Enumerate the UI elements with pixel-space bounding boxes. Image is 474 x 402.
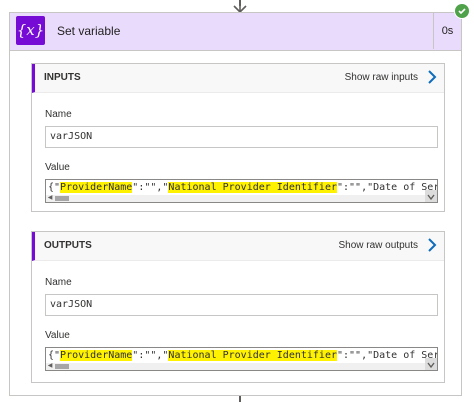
name-label: Name	[45, 277, 72, 288]
success-check-icon	[454, 3, 470, 19]
value-field[interactable]: {"ProviderName":"","National Provider Id…	[45, 347, 438, 371]
name-field[interactable]: varJSON	[45, 126, 438, 148]
variable-icon: {x}	[16, 16, 45, 45]
value-label: Value	[45, 162, 70, 173]
show-raw-inputs-link[interactable]: Show raw inputs	[345, 72, 418, 83]
chevron-right-icon[interactable]	[426, 237, 438, 253]
horizontal-scrollbar[interactable]: ◀	[46, 363, 425, 370]
chevron-right-icon[interactable]	[426, 69, 438, 85]
inputs-header: INPUTS Show raw inputs	[32, 64, 444, 93]
outputs-header: OUTPUTS Show raw outputs	[32, 232, 444, 261]
card-header[interactable]: {x} Set variable 0s	[10, 13, 461, 51]
value-label: Value	[45, 330, 70, 341]
horizontal-scrollbar[interactable]: ◀	[46, 195, 425, 202]
name-label: Name	[45, 109, 72, 120]
action-title: Set variable	[57, 24, 121, 38]
scroll-down-icon[interactable]	[425, 190, 437, 202]
scroll-down-icon[interactable]	[425, 358, 437, 370]
value-text: {"ProviderName":"","National Provider Id…	[48, 182, 438, 193]
inputs-panel: INPUTS Show raw inputs Name varJSON Valu…	[31, 63, 445, 212]
name-field[interactable]: varJSON	[45, 294, 438, 316]
inputs-title: INPUTS	[44, 72, 81, 83]
set-variable-action-card: {x} Set variable 0s INPUTS Show raw inpu…	[9, 12, 462, 396]
flow-connector-bottom	[239, 396, 241, 402]
outputs-panel: OUTPUTS Show raw outputs Name varJSON Va…	[31, 231, 445, 383]
outputs-title: OUTPUTS	[44, 240, 92, 251]
duration-label: 0s	[433, 13, 461, 49]
show-raw-outputs-link[interactable]: Show raw outputs	[339, 240, 419, 251]
value-text: {"ProviderName":"","National Provider Id…	[48, 350, 438, 361]
scroll-left-icon[interactable]: ◀	[46, 195, 54, 202]
scrollbar-thumb[interactable]	[55, 196, 69, 201]
scroll-left-icon[interactable]: ◀	[46, 363, 54, 370]
scrollbar-thumb[interactable]	[55, 364, 69, 369]
value-field[interactable]: {"ProviderName":"","National Provider Id…	[45, 179, 438, 203]
